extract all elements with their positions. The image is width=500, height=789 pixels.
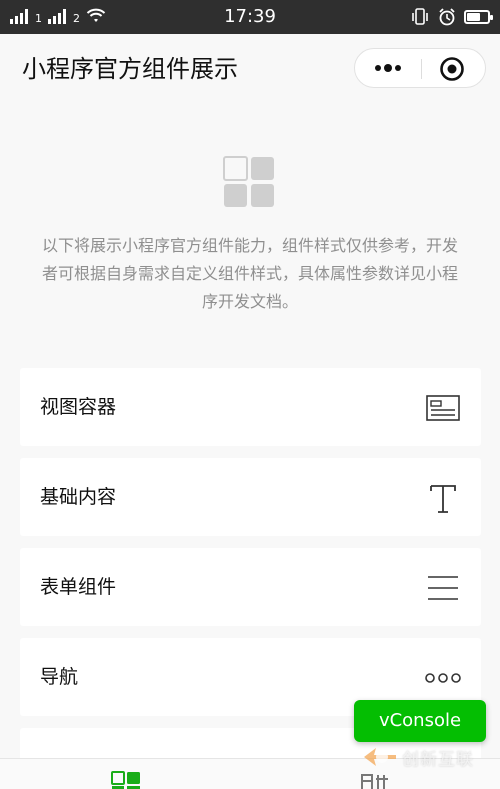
list-item-label: 导航 [40,666,79,688]
api-tab-icon[interactable] [358,771,390,789]
text-t-icon [423,478,463,518]
list-item-label: 表单组件 [40,576,117,598]
status-bar: 1 2 17:39 [0,0,500,34]
status-right-group [410,7,493,27]
more-dots-icon[interactable] [371,57,405,79]
vconsole-button[interactable]: vConsole [354,700,486,742]
watermark: 创新互联 [362,742,474,772]
list-item-view-container[interactable]: 视图容器 [20,368,481,446]
nav-bar: 小程序官方组件展示 [0,34,500,104]
capsule-divider [421,59,422,79]
page-title: 小程序官方组件展示 [22,55,238,83]
list-item-basic-content[interactable]: 基础内容 [20,458,481,536]
list-item-label: 基础内容 [40,486,117,508]
menu-capsule [354,48,486,88]
target-close-icon[interactable] [439,56,465,82]
view-container-icon [423,388,463,428]
components-tab-icon[interactable] [111,771,141,789]
alarm-clock-icon [439,8,455,26]
watermark-logo-icon [364,748,396,766]
watermark-text: 创新互联 [402,749,474,770]
phone-vibrate-icon [412,8,428,25]
intro-description: 以下将展示小程序官方组件能力，组件样式仅供参考，开发者可根据自身需求自定义组件样… [41,236,458,311]
components-grid-icon [223,156,274,207]
list-lines-icon [423,568,463,608]
list-item-form-components[interactable]: 表单组件 [20,548,481,626]
list-item-label: 视图容器 [40,396,117,418]
battery-icon [464,10,493,24]
three-circles-icon [423,658,463,698]
